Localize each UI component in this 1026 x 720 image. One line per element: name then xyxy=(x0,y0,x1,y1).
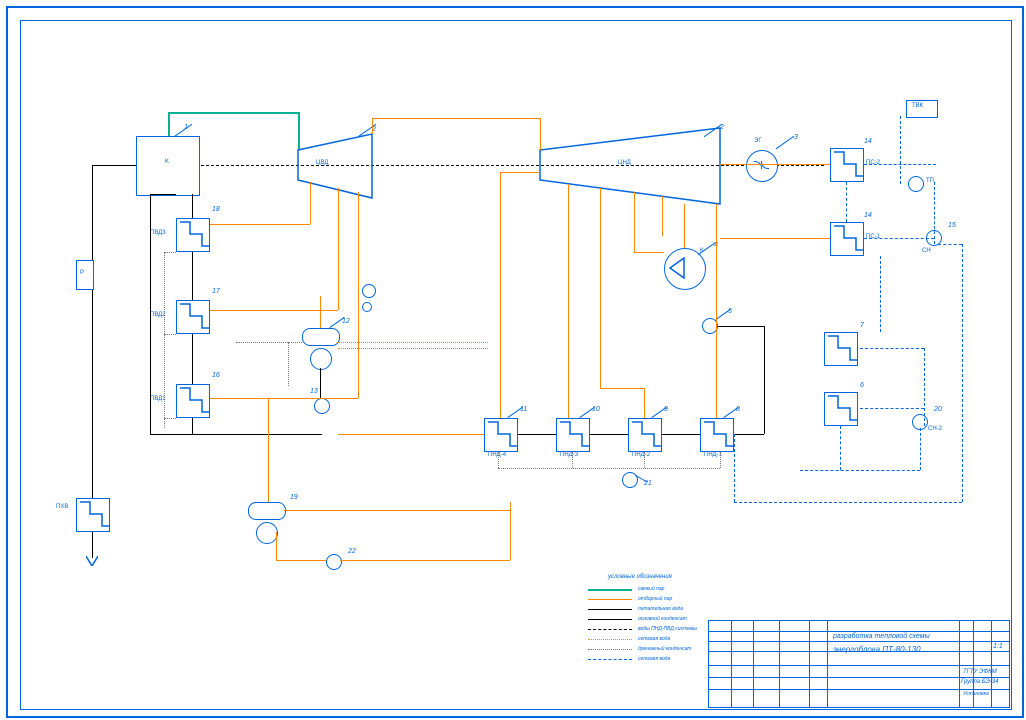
hp-turbine-shape xyxy=(0,0,1026,720)
heater-6 xyxy=(824,392,858,426)
title-scale: 1:1 xyxy=(993,643,1003,650)
ps-1 xyxy=(830,222,864,256)
legend-row: отборный пар xyxy=(588,596,718,604)
pump-13 xyxy=(314,398,330,414)
legend-title: условные обозначения xyxy=(608,574,672,580)
legend-row: сетевая вода xyxy=(588,636,718,644)
pvd-2 xyxy=(176,300,210,334)
boiler-k: K xyxy=(136,136,200,196)
title-spec: Установка xyxy=(963,691,989,697)
legend-row: сетевая вода xyxy=(588,656,718,664)
pvd-1 xyxy=(176,384,210,418)
legend-row: воды ПНД-ПВД системы xyxy=(588,626,718,634)
tank-19 xyxy=(248,502,286,520)
pxb xyxy=(76,498,110,532)
tp-circle xyxy=(908,176,924,192)
title-line1: разработка тепловой схемы xyxy=(833,633,930,640)
ps-2 xyxy=(830,148,864,182)
legend-row: свежий пар xyxy=(588,586,718,594)
pnd-4 xyxy=(484,418,518,452)
title-block: разработка тепловой схемы энергоблока ПТ… xyxy=(708,620,1010,708)
title-line2: энергоблока ПТ-80-130 xyxy=(833,645,921,654)
heater-7 xyxy=(824,332,858,366)
schematic-diagram: K 1 ЦВД 2 ЦНД 2 ЭГ 3 К 4 5 ПНД-1 8 ПНД-2… xyxy=(0,0,1026,720)
pnd-1 xyxy=(700,418,734,452)
pvd-3 xyxy=(176,218,210,252)
legend: свежий пар отборный пар питательная вода… xyxy=(588,586,718,666)
pnd-2 xyxy=(628,418,662,452)
lp-turbine-shape xyxy=(0,0,1026,720)
legend-row: дренажный конденсат xyxy=(588,646,718,654)
p-box xyxy=(76,260,94,290)
title-group: Группа БЭ-34 xyxy=(961,679,998,685)
title-dept: ТГТУ ЭФКМ xyxy=(963,669,997,675)
legend-row: питательная вода xyxy=(588,606,718,614)
pnd-3 xyxy=(556,418,590,452)
legend-row: основной конденсат xyxy=(588,616,718,624)
deaerator xyxy=(302,328,340,346)
pump-22 xyxy=(326,554,342,570)
